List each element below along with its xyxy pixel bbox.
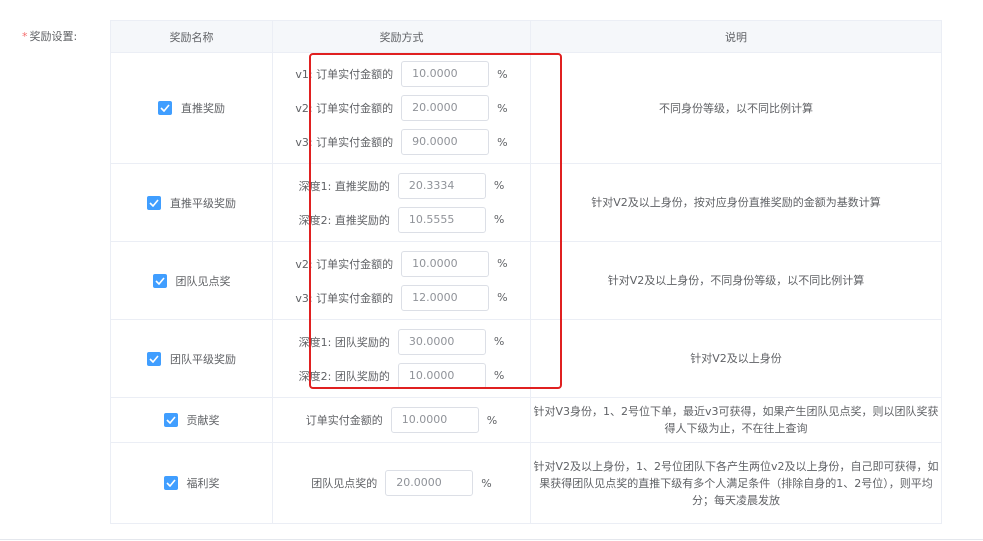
method-label: v2: 订单实付金额的 <box>295 102 394 115</box>
method-row: 深度1: 团队奖励的 30.0000% <box>273 325 530 359</box>
reward-name: 福利奖 <box>186 477 220 490</box>
required-mark: * <box>22 30 28 43</box>
ratio-input[interactable]: 12.0000 <box>401 284 490 311</box>
method-row: 订单实付金额的 10.0000% <box>273 403 530 437</box>
method-label: 深度1: 直推奖励的 <box>298 179 390 193</box>
method-label: v3: 订单实付金额的 <box>295 136 394 149</box>
method-label: 团队见点奖的 <box>311 477 378 490</box>
ratio-input[interactable]: 20.0000 <box>385 470 474 496</box>
method-row: 团队见点奖的 20.0000% <box>273 466 530 500</box>
ratio-input[interactable]: 10.0000 <box>390 407 479 433</box>
method-row: v3: 订单实付金额的 90.0000% <box>273 125 530 159</box>
percent-unit: % <box>497 67 508 81</box>
check-icon <box>149 198 159 207</box>
reward-name: 团队平级奖励 <box>170 352 236 366</box>
percent-unit: % <box>497 291 508 304</box>
table-row: 直推奖励 v1: 订单实付金额的 10.0000% v2: 订单实付金额的 20.0… <box>110 52 942 164</box>
reward-checkbox[interactable] <box>152 273 167 288</box>
ratio-input[interactable]: 90.0000 <box>401 129 490 155</box>
reward-name: 直推平级奖励 <box>170 196 236 210</box>
check-icon <box>154 276 165 285</box>
method-row: v2: 订单实付金额的 10.0000% <box>273 247 530 281</box>
table-row: 福利奖 团队见点奖的 20.0000% 针对V2及以上身份，1、2号位团队下各产生… <box>110 442 942 524</box>
reward-checkbox[interactable] <box>147 351 161 366</box>
check-icon <box>149 354 159 363</box>
ratio-input[interactable]: 10.0000 <box>401 61 490 87</box>
reward-description: 针对V2及以上身份，不同身份等级，以不同比例计算 <box>530 241 942 320</box>
reward-name: 团队见点奖 <box>175 274 231 288</box>
method-label: 深度1: 团队奖励的 <box>298 335 390 349</box>
table-row: 团队平级奖励 深度1: 团队奖励的 30.0000% 深度2: 团队奖励的 10.0… <box>110 319 942 398</box>
method-row: 深度1: 直推奖励的 20.3334% <box>273 169 530 203</box>
ratio-input[interactable]: 10.0000 <box>401 250 490 277</box>
percent-unit: % <box>493 369 505 382</box>
percent-unit: % <box>486 413 498 427</box>
check-icon <box>160 104 170 112</box>
reward-settings-label-text: 奖励设置: <box>29 30 78 43</box>
reward-name: 贡献奖 <box>186 414 220 427</box>
reward-description: 不同身份等级，以不同比例计算 <box>530 52 942 164</box>
reward-description: 针对V2及以上身份，1、2号位团队下各产生两位v2及以上身份，自己即可获得，如果… <box>530 442 942 524</box>
method-row: v3: 订单实付金额的 12.0000% <box>273 281 530 315</box>
percent-unit: % <box>497 135 508 149</box>
ratio-input[interactable]: 10.0000 <box>397 362 486 389</box>
header-reward-name: 奖励名称 <box>110 20 273 53</box>
method-label: 深度2: 团队奖励的 <box>298 369 390 383</box>
check-icon <box>165 416 176 424</box>
reward-name: 直推奖励 <box>181 102 225 115</box>
method-label: v3: 订单实付金额的 <box>295 291 394 305</box>
ratio-input[interactable]: 20.3334 <box>397 172 486 199</box>
check-icon <box>165 479 176 487</box>
bottom-divider <box>0 539 983 540</box>
reward-description: 针对V3身份，1、2号位下单，最近v3可获得，如果产生团队见点奖，则以团队奖获得… <box>530 397 942 443</box>
method-label: 深度2: 直推奖励的 <box>298 213 390 227</box>
method-label: 订单实付金额的 <box>305 414 383 427</box>
reward-table: 奖励名称 奖励方式 说明 直推奖励 v1: 订单实付金额的 10.0000% v2… <box>110 20 942 524</box>
reward-settings-label: * 奖励设置: <box>22 28 77 44</box>
percent-unit: % <box>497 257 508 270</box>
method-row: v2: 订单实付金额的 20.0000% <box>273 91 530 125</box>
reward-checkbox[interactable] <box>147 195 161 210</box>
table-row: 直推平级奖励 深度1: 直推奖励的 20.3334% 深度2: 直推奖励的 10.5… <box>110 163 942 242</box>
reward-description: 针对V2及以上身份，按对应身份直推奖励的金额为基数计算 <box>530 163 942 242</box>
reward-description: 针对V2及以上身份 <box>530 319 942 398</box>
method-row: 深度2: 直推奖励的 10.5555% <box>273 203 530 237</box>
method-label: v1: 订单实付金额的 <box>295 68 394 81</box>
ratio-input[interactable]: 20.0000 <box>401 95 490 121</box>
reward-checkbox[interactable] <box>158 101 172 115</box>
percent-unit: % <box>493 213 505 226</box>
method-row: 深度2: 团队奖励的 10.0000% <box>273 359 530 393</box>
header-reward-method: 奖励方式 <box>272 20 531 53</box>
reward-checkbox[interactable] <box>163 413 178 427</box>
percent-unit: % <box>493 335 505 348</box>
percent-unit: % <box>493 179 505 192</box>
percent-unit: % <box>497 101 508 115</box>
header-description: 说明 <box>530 20 942 53</box>
table-row: 团队见点奖 v2: 订单实付金额的 10.0000% v3: 订单实付金额的 12.… <box>110 241 942 320</box>
table-row: 贡献奖 订单实付金额的 10.0000% 针对V3身份，1、2号位下单，最近v3可… <box>110 397 942 443</box>
ratio-input[interactable]: 10.5555 <box>397 206 486 233</box>
method-label: v2: 订单实付金额的 <box>295 257 394 271</box>
percent-unit: % <box>481 476 492 490</box>
ratio-input[interactable]: 30.0000 <box>397 328 486 355</box>
table-header-row: 奖励名称 奖励方式 说明 <box>110 20 942 53</box>
method-row: v1: 订单实付金额的 10.0000% <box>273 57 530 91</box>
reward-checkbox[interactable] <box>163 476 178 490</box>
